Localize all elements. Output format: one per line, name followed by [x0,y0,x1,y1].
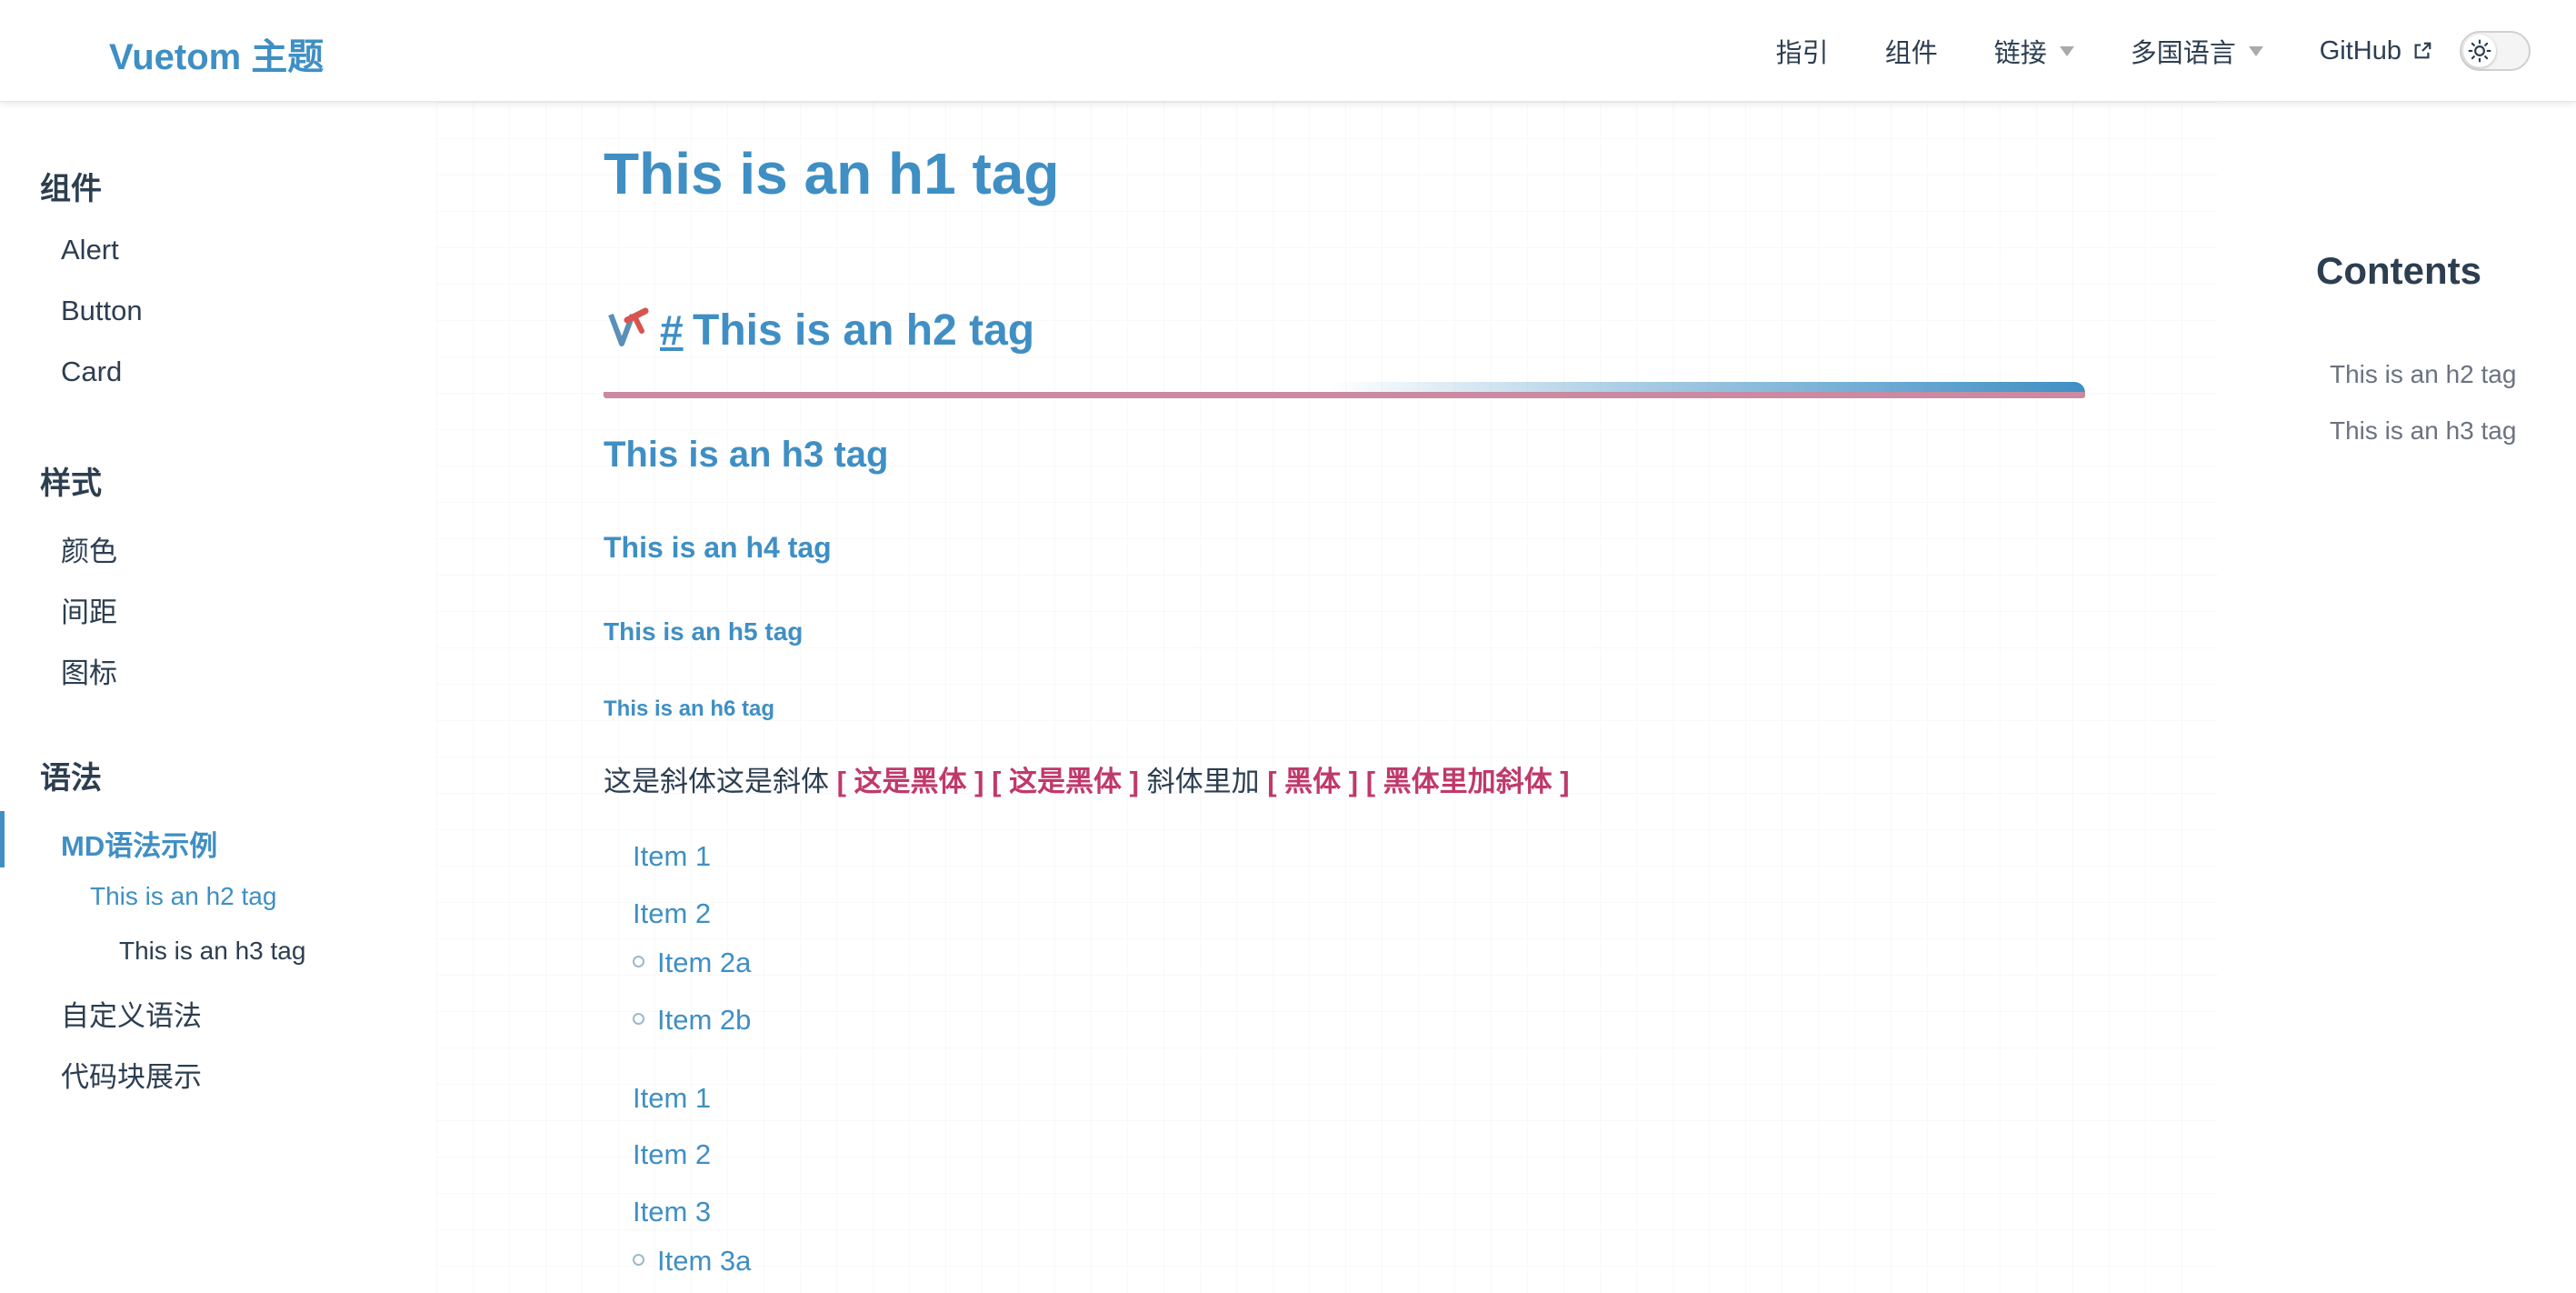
sidebar-item-icons[interactable]: 图标 [61,650,117,691]
sidebar-group-title: 样式 [40,466,102,501]
list-item: Item 3a [633,1245,751,1278]
sidebar-item-colors[interactable]: 颜色 [61,528,117,569]
list-item: Item 1 [633,1082,712,1114]
bold-text: [ 这是黑体 ] [992,766,1139,797]
heading-h3: This is an h3 tag [604,435,889,475]
heading-h4: This is an h4 tag [604,531,832,564]
sidebar-active-indicator [0,811,5,867]
list-item: Item 3 [633,1196,712,1228]
nav-link-github[interactable]: GitHub [2320,36,2432,66]
heading-h5: This is an h5 tag [604,617,804,646]
sidebar-item-custom-syntax[interactable]: 自定义语法 [61,993,202,1034]
nav-dropdown-languages[interactable]: 多国语言 [2131,32,2263,70]
nav-link-guide[interactable]: 指引 [1776,32,1829,70]
sidebar-item-md-syntax[interactable]: MD语法示例 [61,823,217,864]
theme-toggle[interactable] [2460,31,2531,71]
sidebar-group-title: 语法 [40,761,102,796]
bold-italic-text: [ 黑体里加斜体 ] [1365,766,1570,797]
bold-text: [ 这是黑体 ] [836,766,984,797]
brand-title[interactable]: Vuetom 主题 [109,27,324,80]
external-link-icon [2414,42,2431,59]
sidebar-item-code-blocks[interactable]: 代码块展示 [61,1054,202,1095]
list-item-label: Item 3a [657,1245,752,1277]
nav-links: 指引 组件 链接 多国语言 GitHub [1720,0,2531,102]
list-item: Item 2 [633,897,712,929]
heading-h2-text: This is an h2 tag [693,306,1035,355]
nav-dropdown-links[interactable]: 链接 [1994,32,2074,70]
list-item-label: Item 2a [657,947,752,978]
bullet-icon [633,1013,644,1026]
toc-link-h3[interactable]: This is an h3 tag [2330,416,2516,446]
sidebar-group-title: 组件 [40,172,102,206]
nav-link-label: 指引 [1775,39,1829,68]
toc-link-h2[interactable]: This is an h2 tag [2330,360,2516,389]
heading-underline [604,392,2085,398]
vuetom-logo-icon [608,307,649,346]
sidebar-item-spacing[interactable]: 间距 [61,589,117,630]
bullet-icon [633,1254,644,1267]
main-content: This is an h1 tag # This is an h2 tag Th… [436,102,2218,1293]
list-item: Item 2a [633,947,751,979]
nav-link-components[interactable]: 组件 [1885,32,1938,70]
sun-icon [2463,35,2496,67]
sidebar-item-alert[interactable]: Alert [61,234,119,266]
top-navbar: Vuetom 主题 指引 组件 链接 多国语言 GitHub [0,0,2576,102]
bold-text: [ 黑体 ] [1267,766,1359,797]
sidebar-subitem-h2[interactable]: This is an h2 tag [90,882,276,911]
sidebar-subitem-h3[interactable]: This is an h3 tag [119,937,305,966]
chevron-down-icon [2248,45,2263,56]
nav-link-label: 链接 [1993,39,2047,68]
toc-title: Contents [2316,249,2481,292]
italic-text: 斜体里加 [1146,766,1260,797]
nav-link-label: GitHub [2319,35,2401,65]
nav-link-label: 多国语言 [2130,39,2236,68]
heading-h2: # This is an h2 tag [604,295,2085,404]
table-of-contents: Contents This is an h2 tag This is an h3… [2218,102,2576,1293]
list-item: Item 2b [633,1004,751,1037]
list-item-label: Item 2b [657,1004,752,1036]
sidebar: 组件 Alert Button Card 样式 颜色 间距 图标 语法 MD语法… [0,102,436,1293]
list-item: Item 1 [633,840,712,872]
heading-anchor-link[interactable]: # [660,306,684,355]
italic-text: 这是斜体这是斜体 [604,766,829,797]
chevron-down-icon [2059,45,2074,56]
bullet-icon [633,956,644,968]
paragraph: 这是斜体这是斜体 [ 这是黑体 ] [ 这是黑体 ] 斜体里加 [ 黑体 ] [… [604,758,1570,799]
sidebar-item-card[interactable]: Card [61,356,122,388]
sidebar-item-button[interactable]: Button [61,295,143,327]
nav-link-label: 组件 [1884,39,1938,68]
heading-h6: This is an h6 tag [604,697,775,721]
list-item: Item 2 [633,1138,712,1170]
heading-h1: This is an h1 tag [604,141,1060,206]
